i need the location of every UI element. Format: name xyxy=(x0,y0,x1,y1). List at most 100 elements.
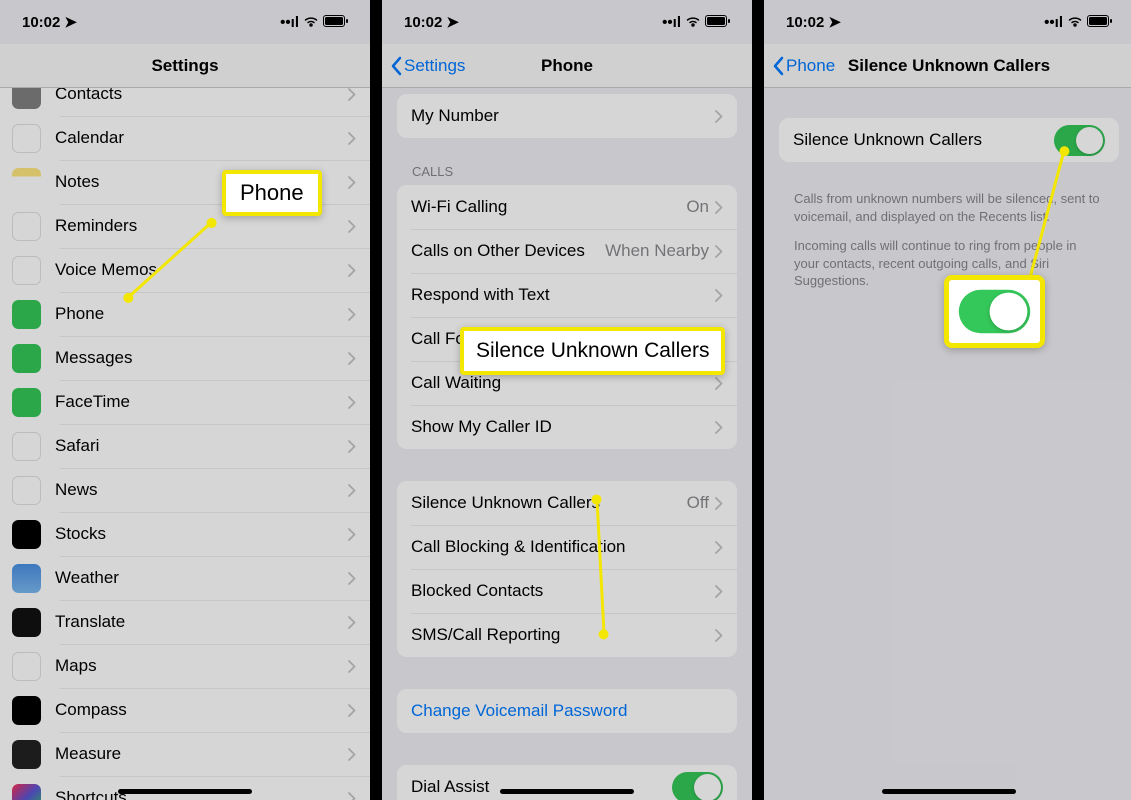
row-label: Compass xyxy=(55,700,348,720)
battery-icon xyxy=(1087,14,1112,31)
settings-row-translate[interactable]: Translate xyxy=(0,600,370,644)
chevron-right-icon xyxy=(348,264,356,277)
row-call-forwarding[interactable]: Call Forwarding xyxy=(397,317,737,361)
status-right: ••ıl xyxy=(280,14,348,31)
chevron-right-icon xyxy=(348,308,356,321)
signal-icon: ••ıl xyxy=(1044,14,1063,31)
group-dial-assist: Dial Assist xyxy=(397,765,737,800)
row-label: Wi-Fi Calling xyxy=(411,197,686,217)
row-detail: On xyxy=(686,197,709,217)
chevron-right-icon xyxy=(715,333,723,346)
chevron-right-icon xyxy=(348,528,356,541)
battery-icon xyxy=(705,14,730,31)
settings-row-shortcuts[interactable]: Shortcuts xyxy=(0,776,370,800)
chevron-right-icon xyxy=(715,497,723,510)
settings-row-news[interactable]: News xyxy=(0,468,370,512)
chevron-right-icon xyxy=(348,484,356,497)
group-unknown: Silence Unknown CallersOffCall Blocking … xyxy=(397,481,737,657)
footer-text-1: Calls from unknown numbers will be silen… xyxy=(764,182,1131,233)
signal-icon: ••ıl xyxy=(662,14,681,31)
screen-silence-unknown: 10:02➤ ••ıl Phone Silence Unknown Caller… xyxy=(764,0,1131,800)
settings-row-measure[interactable]: Measure xyxy=(0,732,370,776)
row-silence-unknown-callers[interactable]: Silence Unknown CallersOff xyxy=(397,481,737,525)
row-dial-assist[interactable]: Dial Assist xyxy=(397,765,737,800)
app-icon xyxy=(12,476,41,505)
row-detail: Off xyxy=(687,493,709,513)
app-icon xyxy=(12,520,41,549)
app-icon xyxy=(12,168,41,197)
settings-row-voice-memos[interactable]: Voice Memos xyxy=(0,248,370,292)
app-icon xyxy=(12,124,41,153)
row-label: Silence Unknown Callers xyxy=(793,130,1054,150)
nav-bar: Phone Silence Unknown Callers xyxy=(764,44,1131,88)
row-label: Stocks xyxy=(55,524,348,544)
chevron-right-icon xyxy=(715,421,723,434)
silence-toggle[interactable] xyxy=(1054,125,1105,156)
row-show-my-caller-id[interactable]: Show My Caller ID xyxy=(397,405,737,449)
row-sms-call-reporting[interactable]: SMS/Call Reporting xyxy=(397,613,737,657)
back-button[interactable]: Settings xyxy=(382,56,465,76)
row-label: Phone xyxy=(55,304,348,324)
header-calls: CALLS xyxy=(382,158,752,185)
settings-row-notes[interactable]: Notes xyxy=(0,160,370,204)
settings-row-safari[interactable]: Safari xyxy=(0,424,370,468)
status-bar: 10:02➤ ••ıl xyxy=(764,0,1131,44)
app-icon xyxy=(12,212,41,241)
row-label: Dial Assist xyxy=(411,777,672,797)
row-label: Change Voicemail Password xyxy=(411,701,723,721)
settings-row-stocks[interactable]: Stocks xyxy=(0,512,370,556)
row-label: Weather xyxy=(55,568,348,588)
row-label: News xyxy=(55,480,348,500)
chevron-right-icon xyxy=(715,629,723,642)
settings-row-reminders[interactable]: Reminders xyxy=(0,204,370,248)
row-label: Calls on Other Devices xyxy=(411,241,605,261)
wifi-icon xyxy=(303,14,319,31)
toggle[interactable] xyxy=(672,772,723,800)
row-my-number[interactable]: My Number xyxy=(397,94,737,138)
screen-settings: 10:02➤ ••ıl Settings ContactsCalendarNot… xyxy=(0,0,370,800)
row-wi-fi-calling[interactable]: Wi-Fi CallingOn xyxy=(397,185,737,229)
row-change-voicemail-password[interactable]: Change Voicemail Password xyxy=(397,689,737,733)
app-icon xyxy=(12,696,41,725)
chevron-right-icon xyxy=(348,440,356,453)
row-blocked-contacts[interactable]: Blocked Contacts xyxy=(397,569,737,613)
status-time: 10:02 xyxy=(22,14,60,31)
app-icon xyxy=(12,300,41,329)
status-time: 10:02 xyxy=(404,14,442,31)
chevron-right-icon xyxy=(348,792,356,800)
group-my-number: My Number xyxy=(397,94,737,138)
battery-icon xyxy=(323,14,348,31)
settings-row-contacts[interactable]: Contacts xyxy=(0,88,370,116)
group-calls: Wi-Fi CallingOnCalls on Other DevicesWhe… xyxy=(397,185,737,449)
chevron-right-icon xyxy=(348,748,356,761)
back-button[interactable]: Phone xyxy=(764,56,835,76)
back-label: Settings xyxy=(404,56,465,76)
nav-bar: Settings Phone xyxy=(382,44,752,88)
settings-row-facetime[interactable]: FaceTime xyxy=(0,380,370,424)
status-bar: 10:02➤ ••ıl xyxy=(0,0,370,44)
app-icon xyxy=(12,564,41,593)
chevron-right-icon xyxy=(715,541,723,554)
home-indicator xyxy=(882,789,1016,794)
row-label: Show My Caller ID xyxy=(411,417,715,437)
row-call-blocking-identification[interactable]: Call Blocking & Identification xyxy=(397,525,737,569)
chevron-right-icon xyxy=(348,704,356,717)
settings-app-list: ContactsCalendarNotesRemindersVoice Memo… xyxy=(0,88,370,800)
settings-row-weather[interactable]: Weather xyxy=(0,556,370,600)
row-silence-unknown[interactable]: Silence Unknown Callers xyxy=(779,118,1119,162)
row-detail: When Nearby xyxy=(605,241,709,261)
screen-phone-settings: 10:02➤ ••ıl Settings Phone My Number CAL… xyxy=(382,0,752,800)
page-title: Settings xyxy=(0,56,370,76)
settings-row-compass[interactable]: Compass xyxy=(0,688,370,732)
row-label: Blocked Contacts xyxy=(411,581,715,601)
row-label: Maps xyxy=(55,656,348,676)
settings-row-calendar[interactable]: Calendar xyxy=(0,116,370,160)
row-label: Measure xyxy=(55,744,348,764)
location-icon: ➤ xyxy=(828,13,841,31)
settings-row-phone[interactable]: Phone xyxy=(0,292,370,336)
row-respond-with-text[interactable]: Respond with Text xyxy=(397,273,737,317)
settings-row-maps[interactable]: Maps xyxy=(0,644,370,688)
row-call-waiting[interactable]: Call Waiting xyxy=(397,361,737,405)
settings-row-messages[interactable]: Messages xyxy=(0,336,370,380)
row-calls-on-other-devices[interactable]: Calls on Other DevicesWhen Nearby xyxy=(397,229,737,273)
